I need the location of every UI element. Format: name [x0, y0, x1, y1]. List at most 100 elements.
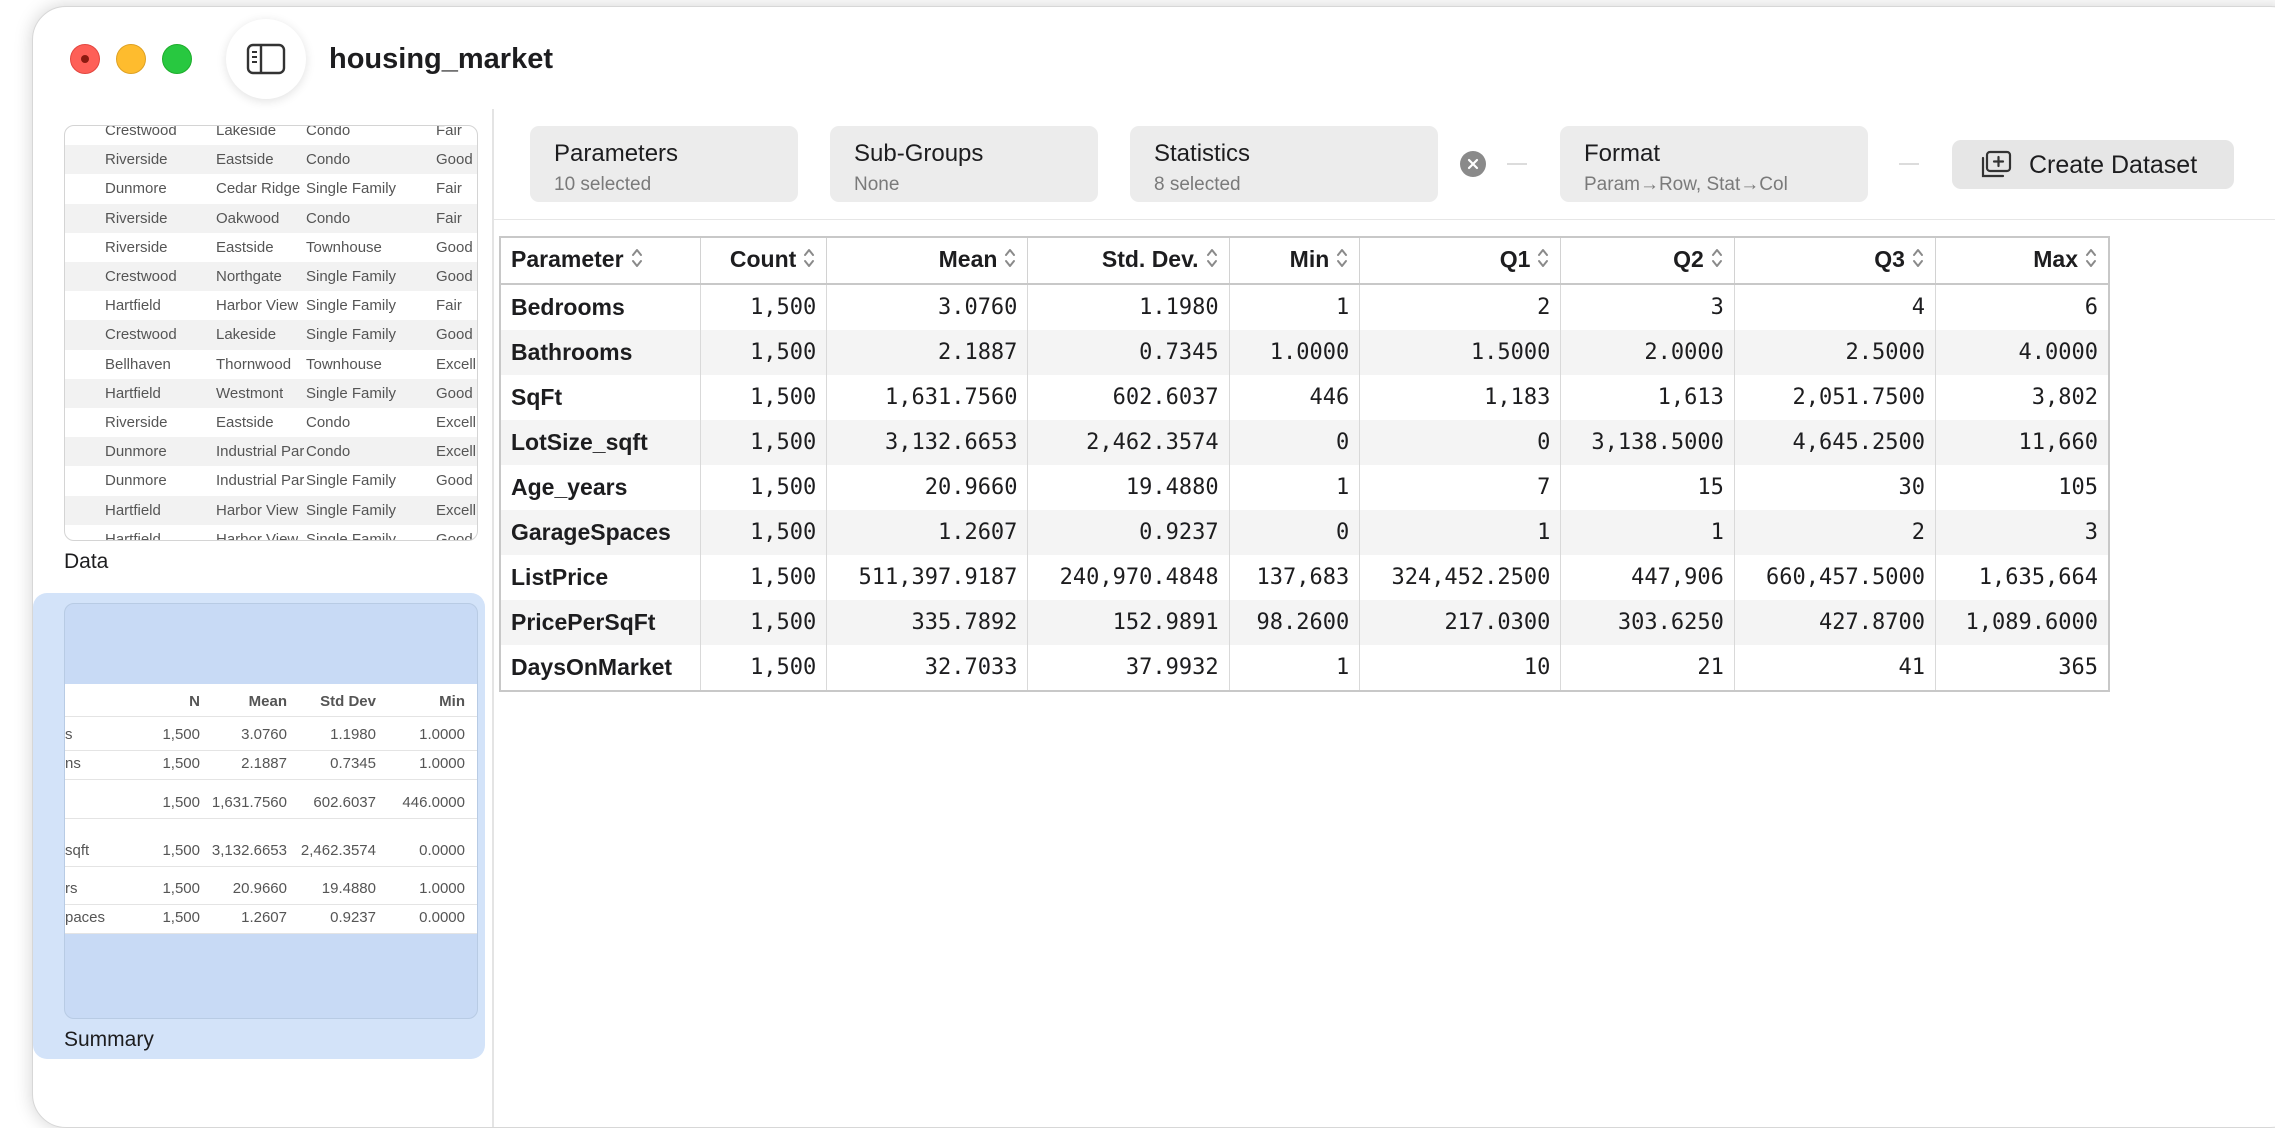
column-header[interactable]: Q3 — [1734, 237, 1936, 285]
data-preview-cell: Crestwood — [105, 268, 177, 285]
data-preview-cell: Bellhaven — [105, 355, 171, 373]
summary-preview-cell: 3,132.6653 — [211, 842, 287, 859]
table-row[interactable]: PricePerSqFt 1,500 335.7892 152.9891 98.2600… — [500, 600, 2110, 645]
statistic-cell: 137,683 — [1229, 555, 1361, 600]
summary-thumbnail-label: Summary — [64, 1028, 154, 1051]
table-row[interactable]: ListPrice 1,500 511,397.9187 240,970.4848 13… — [500, 555, 2110, 600]
data-preview-cell: Riverside — [105, 209, 168, 227]
data-preview-row: Crestwood Lakeside Single Family Good — [65, 320, 477, 350]
column-header-label: Max — [2033, 246, 2078, 273]
statistic-cell: 1.5000 — [1359, 330, 1562, 375]
statistic-cell: 0 — [1229, 420, 1361, 465]
column-header[interactable]: Q1 — [1359, 237, 1562, 285]
statistic-cell: 217.0300 — [1359, 600, 1562, 645]
data-preview-cell: Good — [436, 530, 473, 541]
summary-preview-divider — [65, 779, 477, 780]
table-row[interactable]: LotSize_sqft 1,500 3,132.6653 2,462.3574 0 0 3… — [500, 420, 2110, 465]
summary-preview-cell: rs — [65, 880, 78, 897]
data-preview-cell: Fair — [436, 209, 462, 227]
toolbar-connector — [1899, 163, 1919, 165]
summary-preview-cell: sqft — [65, 842, 90, 859]
parameter-name-cell: GarageSpaces — [500, 510, 701, 555]
table-header-row: Parameter Count Mean Std. Dev. Min Q1 Q2 Q3 Max — [500, 237, 2110, 285]
data-preview-cell: Oakwood — [216, 209, 280, 227]
data-preview-cell: Fair — [436, 125, 462, 139]
column-header[interactable]: Std. Dev. — [1027, 237, 1230, 285]
summary-preview-cell: 1,500 — [162, 880, 200, 897]
statistic-cell: 1,500 — [700, 555, 828, 600]
sort-chevrons-icon[interactable] — [630, 247, 644, 275]
format-button[interactable]: Format Param→Row, Stat→Col — [1560, 126, 1868, 202]
data-preview-cell: Dunmore — [105, 180, 167, 198]
table-row[interactable]: Bedrooms 1,500 3.0760 1.1980 1 2 3 4 6 — [500, 284, 2110, 330]
statistic-cell: 1,500 — [700, 465, 828, 510]
summary-preview-cell: 1,500 — [162, 842, 200, 859]
statistics-button[interactable]: Statistics 8 selected — [1130, 126, 1438, 202]
statistic-cell: 2,462.3574 — [1027, 420, 1230, 465]
data-thumbnail[interactable]: Crestwood Lakeside Condo Fair Riverside Easts… — [64, 125, 478, 541]
close-window-button[interactable] — [70, 44, 100, 74]
parameters-subtitle: 10 selected — [554, 174, 652, 195]
column-header[interactable]: Parameter — [500, 237, 701, 285]
sort-chevrons-icon[interactable] — [1536, 247, 1550, 275]
statistic-cell: 11,660 — [1935, 420, 2110, 465]
table-row[interactable]: SqFt 1,500 1,631.7560 602.6037 446 1,183 1,613… — [500, 375, 2110, 420]
sort-chevrons-icon[interactable] — [1335, 247, 1349, 275]
data-preview-cell: Riverside — [105, 414, 168, 431]
sort-chevrons-icon[interactable] — [1710, 247, 1724, 275]
summary-preview-cell: 446.0000 — [402, 794, 465, 811]
summary-preview-cell: 1.1980 — [330, 726, 376, 743]
summary-thumbnail[interactable]: N Mean Std Dev Min s 1,500 3.0760 1.1980 1.0000 n… — [64, 603, 478, 1019]
statistic-cell: 1,500 — [700, 330, 828, 375]
data-preview-row: Hartfield Westmont Single Family Good — [65, 378, 477, 408]
table-row[interactable]: GarageSpaces 1,500 1.2607 0.9237 0 1 1 2 3 — [500, 510, 2110, 555]
minimize-window-button[interactable] — [116, 44, 146, 74]
statistic-cell: 98.2600 — [1229, 600, 1361, 645]
sort-chevrons-icon[interactable] — [802, 247, 816, 275]
table-row[interactable]: DaysOnMarket 1,500 32.7033 37.9932 1 10 21 41 36… — [500, 645, 2110, 691]
column-header[interactable]: Q2 — [1560, 237, 1735, 285]
column-header[interactable]: Min — [1229, 237, 1361, 285]
statistic-cell: 15 — [1560, 465, 1735, 510]
data-preview-row: Riverside Eastside Condo Excell — [65, 408, 477, 437]
column-header-label: Std. Dev. — [1101, 246, 1199, 273]
create-dataset-button[interactable]: Create Dataset — [1952, 140, 2234, 189]
subgroups-button[interactable]: Sub-Groups None — [830, 126, 1098, 202]
table-row[interactable]: Age_years 1,500 20.9660 19.4880 1 7 15 30 105 — [500, 465, 2110, 510]
app-window: housing_market Crestwood Lakeside Condo Fai… — [32, 6, 2275, 1128]
data-preview-row: Riverside Eastside Condo Good — [65, 145, 477, 175]
data-preview-cell: Harbor View — [216, 530, 299, 541]
data-preview-cell: Hartfield — [105, 297, 161, 315]
data-preview-row: Crestwood Lakeside Condo Fair — [65, 125, 477, 145]
parameter-name-cell: ListPrice — [500, 555, 701, 600]
sort-chevrons-icon[interactable] — [1911, 247, 1925, 275]
column-header[interactable]: Mean — [826, 237, 1029, 285]
table-row[interactable]: Bathrooms 1,500 2.1887 0.7345 1.0000 1.5000 2.… — [500, 330, 2110, 375]
statistic-cell: 240,970.4848 — [1027, 555, 1230, 600]
zoom-window-button[interactable] — [162, 44, 192, 74]
sidebar-toggle-button[interactable] — [226, 19, 306, 99]
data-preview-cell: Thornwood — [216, 355, 292, 373]
sort-chevrons-icon[interactable] — [1003, 247, 1017, 275]
column-header[interactable]: Max — [1935, 237, 2110, 285]
clear-statistics-button[interactable] — [1460, 151, 1486, 177]
sort-chevrons-icon[interactable] — [2084, 247, 2098, 275]
window-title: housing_market — [329, 43, 553, 75]
sort-chevrons-icon[interactable] — [1205, 247, 1219, 275]
statistic-cell: 30 — [1734, 465, 1936, 510]
parameters-button[interactable]: Parameters 10 selected — [530, 126, 798, 202]
statistic-cell: 6 — [1935, 284, 2110, 330]
parameter-name-cell: DaysOnMarket — [500, 645, 701, 691]
data-preview-cell: Industrial Park — [216, 443, 304, 461]
summary-preview-cell: 20.9660 — [232, 880, 287, 897]
data-preview-cell: Fair — [436, 180, 462, 198]
summary-preview-cell: 0.0000 — [419, 842, 465, 859]
column-header[interactable]: Count — [700, 237, 828, 285]
statistic-cell: 3,802 — [1935, 375, 2110, 420]
statistic-cell: 1,635,664 — [1935, 555, 2110, 600]
statistic-cell: 1,500 — [700, 284, 828, 330]
summary-preview-cell: 0.9237 — [330, 909, 376, 926]
summary-preview-cell: 1,500 — [162, 755, 200, 772]
data-preview-cell: Condo — [306, 209, 351, 227]
statistic-cell: 0.9237 — [1027, 510, 1230, 555]
